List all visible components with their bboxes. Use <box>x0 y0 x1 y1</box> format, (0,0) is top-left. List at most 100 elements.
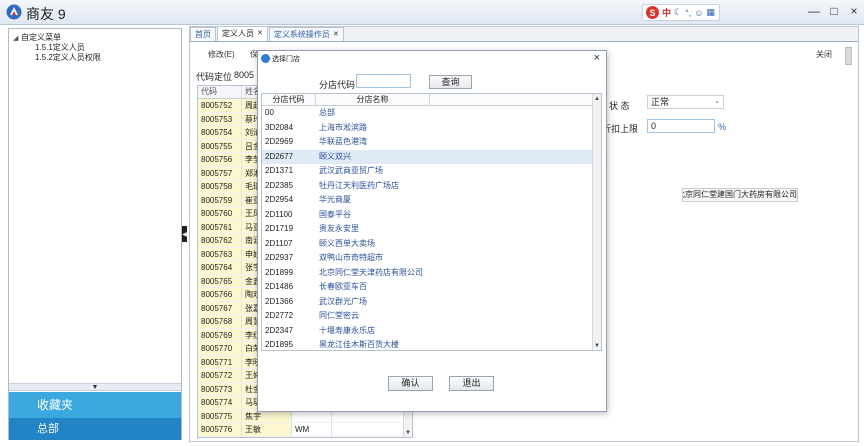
app-title: 商友 9 <box>26 6 66 22</box>
code-locate-input[interactable]: 8005 <box>234 70 254 80</box>
table-row[interactable]: 8005776 王敏 WM <box>198 423 412 437</box>
scroll-up-icon[interactable]: ▲ <box>593 94 601 103</box>
cell-code: 8005756 <box>198 153 242 166</box>
query-button[interactable]: 查询 <box>429 75 472 89</box>
status-label: 状 态 <box>609 101 630 111</box>
tree-item-define-staff[interactable]: 1.5.1定义人员 <box>13 43 177 53</box>
tab-home[interactable]: 首页 <box>190 27 216 41</box>
store-name: 总部 <box>319 108 335 117</box>
cell-empty <box>332 437 412 438</box>
minimize-button[interactable]: — <box>804 0 824 22</box>
cell-code: 8005776 <box>198 423 242 436</box>
store-name: 上海市淞滨路 <box>319 122 367 132</box>
list-item[interactable]: 2D2772 同仁堂密云 <box>262 309 601 324</box>
list-item[interactable]: 2D2677 颐义双兴 <box>262 149 601 164</box>
list-item[interactable]: 2D1486 长春欧亚车百 <box>262 280 601 295</box>
confirm-button[interactable]: 确认 <box>388 376 433 391</box>
cell-code: 8005768 <box>198 315 242 328</box>
title-bar: 商友 9 S 中 ☾ °, ☺ ▦ — □ × <box>0 0 864 25</box>
ime-lang[interactable]: 中 <box>662 6 671 19</box>
exit-button[interactable]: 退出 <box>449 376 494 391</box>
tab-bar: 首页 定义人员 ✕ 定义系统操作员 ✕ <box>190 26 858 42</box>
store-code: 00 <box>265 108 274 117</box>
col-store-code[interactable]: 分店代码 <box>262 94 316 105</box>
store-name: 华光商厦 <box>319 195 351 204</box>
list-item[interactable]: 2D2969 华联蓝色港湾 <box>262 135 601 150</box>
cell-code: 8005759 <box>198 193 242 206</box>
cell-code: 8005770 <box>198 342 242 355</box>
cell-code: 8005763 <box>198 247 242 260</box>
cell-code: 8005774 <box>198 396 242 409</box>
tab-define-operator[interactable]: 定义系统操作员 ✕ <box>268 27 344 41</box>
sogou-s-icon[interactable]: S <box>646 6 659 19</box>
store-code: 2D2937 <box>265 253 294 262</box>
tree-collapse-icon[interactable]: ◢ <box>13 34 21 44</box>
cell-name: 王敏 <box>242 423 292 436</box>
cell-code: 8005755 <box>198 139 242 152</box>
list-item[interactable]: 2D1719 贵友永安里 <box>262 222 601 237</box>
store-name: 华联蓝色港湾 <box>319 137 367 146</box>
dialog-title-bar: 选择门店 × <box>258 51 606 66</box>
toolbar-scrollbar[interactable] <box>845 47 852 65</box>
list-item[interactable]: 00 总部 <box>262 106 601 121</box>
smiley-icon[interactable]: ☺ <box>694 8 703 18</box>
favorites-button[interactable]: 收藏夹 <box>9 392 181 418</box>
store-code: 2D1366 <box>265 296 294 306</box>
list-item[interactable]: 3D2084 上海市淞滨路 <box>262 121 601 136</box>
list-item[interactable]: 2D2937 双鸭山市奇特超市 <box>262 251 601 266</box>
list-item[interactable]: 2D1366 武汉群光广场 <box>262 295 601 310</box>
scroll-down-icon[interactable]: ▼ <box>404 428 412 437</box>
comma-icon[interactable]: °, <box>685 8 691 18</box>
grid-icon[interactable]: ▦ <box>706 7 715 18</box>
close-icon[interactable]: ✕ <box>257 28 263 40</box>
cell-code: 8005754 <box>198 126 242 139</box>
scroll-down-icon[interactable]: ▼ <box>593 341 601 350</box>
tab-define-staff[interactable]: 定义人员 ✕ <box>217 26 268 41</box>
list-item[interactable]: 2D1107 颐义西单大卖场 <box>262 237 601 252</box>
store-code: 2D2385 <box>265 180 294 190</box>
close-window-button[interactable]: × <box>844 0 864 22</box>
store-grid-scrollbar[interactable]: ▲ ▼ <box>592 94 601 350</box>
cell-code: 8005762 <box>198 234 242 247</box>
store-code: 2D1486 <box>265 282 294 291</box>
list-item[interactable]: 2D1100 国泰平谷 <box>262 208 601 223</box>
store-code-label: 分店代码 <box>319 80 356 90</box>
list-item[interactable]: 2D1371 武汉武商亚贸广场 <box>262 164 601 179</box>
cell-code: 8005757 <box>198 166 242 179</box>
headquarters-button[interactable]: 总部 <box>9 418 181 440</box>
store-field[interactable]: 北京同仁堂建国门大药房有限公司 <box>682 188 798 202</box>
store-name: 贵友永安里 <box>319 224 359 233</box>
modify-button[interactable]: 修改(E) <box>208 49 235 60</box>
collapse-down-icon[interactable]: ▼ <box>92 384 99 391</box>
list-item[interactable]: 2D2954 华光商厦 <box>262 193 601 208</box>
col-code[interactable]: 代码 <box>198 86 242 98</box>
store-name: 武汉群光广场 <box>319 296 367 306</box>
list-item[interactable]: 2D2347 十堰寿康永乐店 <box>262 324 601 339</box>
store-name: 武汉武商亚贸广场 <box>319 166 383 175</box>
discount-input[interactable]: 0 <box>647 119 715 133</box>
list-item[interactable]: 2D2385 牡丹江天利医药广场店 <box>262 179 601 194</box>
status-select[interactable]: 正常 ⌄ <box>647 95 724 109</box>
left-splitter[interactable]: ▼ <box>9 383 181 391</box>
store-code-input[interactable] <box>356 74 411 88</box>
store-code: 2D1371 <box>265 166 294 175</box>
panel-collapse-handle[interactable]: ◀ <box>182 226 187 242</box>
table-row[interactable]: 8005777铁英TY <box>198 436 412 438</box>
ime-toolbar[interactable]: S 中 ☾ °, ☺ ▦ <box>642 4 720 21</box>
close-icon[interactable]: × <box>594 52 600 64</box>
moon-icon[interactable]: ☾ <box>674 7 682 18</box>
close-icon[interactable]: ✕ <box>333 29 339 41</box>
list-item[interactable]: 2D1899 北京同仁堂天津药店有限公司 <box>262 266 601 281</box>
discount-label: 折扣上限 <box>602 124 639 134</box>
cell-code: 8005769 <box>198 328 242 341</box>
store-name: 牡丹江天利医药广场店 <box>319 180 399 190</box>
tree-item-define-staff-perm[interactable]: 1.5.2定义人员权限 <box>13 53 177 63</box>
close-button[interactable]: 关闭 <box>816 49 832 60</box>
col-store-name[interactable]: 分店名称 <box>316 94 430 105</box>
list-item[interactable]: 2D1895 黑龙江佳木斯百货大楼 <box>262 338 601 350</box>
restore-button[interactable]: □ <box>824 0 844 22</box>
store-code: 2D2677 <box>265 151 294 161</box>
tree-item-custom-menu[interactable]: ◢ 自定义菜单 <box>13 33 177 43</box>
store-grid-header: 分店代码 分店名称 <box>262 94 601 106</box>
dialog-app-icon <box>261 54 270 63</box>
